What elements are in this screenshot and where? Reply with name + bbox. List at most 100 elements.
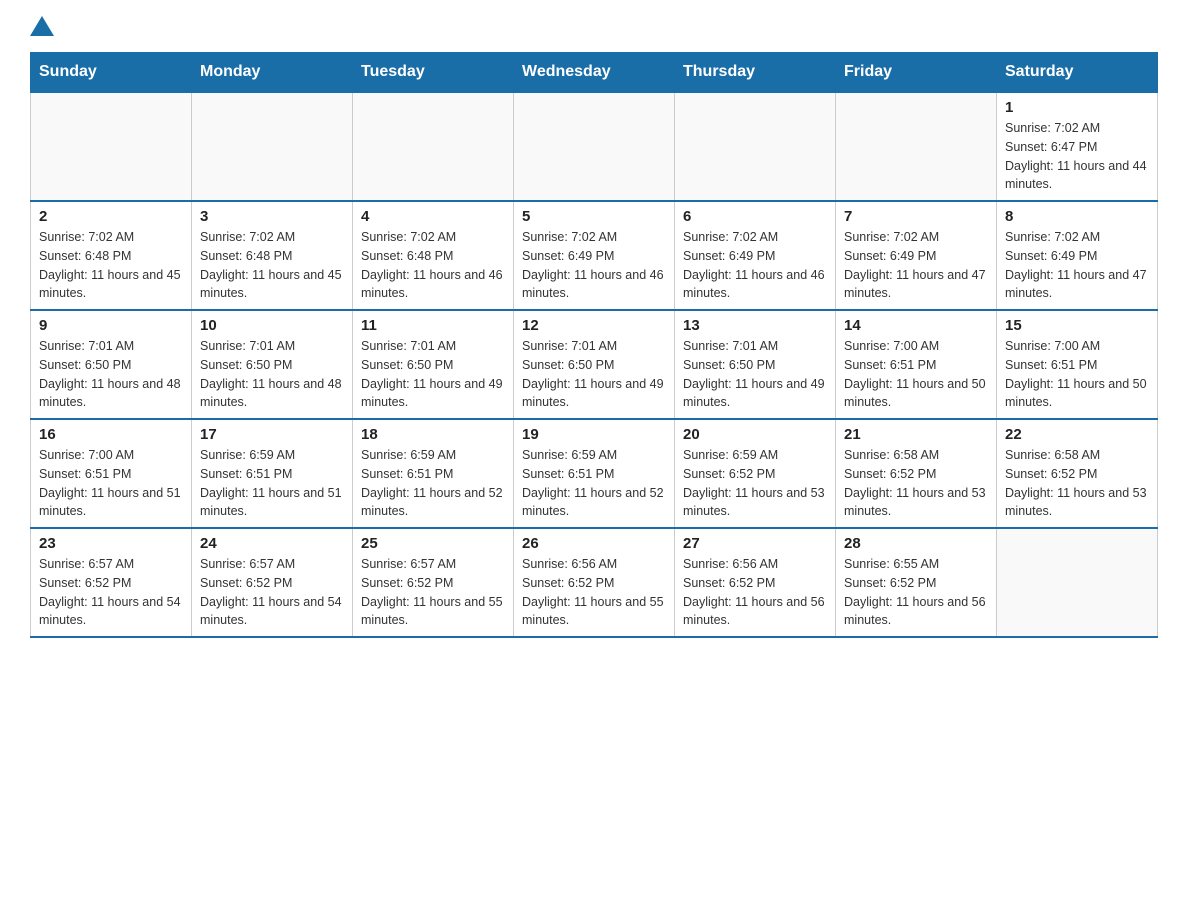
day-info: Sunrise: 7:01 AM Sunset: 6:50 PM Dayligh… xyxy=(361,337,505,412)
calendar-cell: 18 Sunrise: 6:59 AM Sunset: 6:51 PM Dayli… xyxy=(353,419,514,528)
day-info: Sunrise: 7:02 AM Sunset: 6:49 PM Dayligh… xyxy=(844,228,988,303)
calendar-cell: 25 Sunrise: 6:57 AM Sunset: 6:52 PM Dayli… xyxy=(353,528,514,637)
day-info: Sunrise: 7:00 AM Sunset: 6:51 PM Dayligh… xyxy=(39,446,183,521)
day-info: Sunrise: 6:57 AM Sunset: 6:52 PM Dayligh… xyxy=(39,555,183,630)
day-info: Sunrise: 6:58 AM Sunset: 6:52 PM Dayligh… xyxy=(844,446,988,521)
day-number: 28 xyxy=(844,535,988,552)
day-info: Sunrise: 7:00 AM Sunset: 6:51 PM Dayligh… xyxy=(1005,337,1149,412)
page-header xyxy=(30,20,1158,32)
day-number: 20 xyxy=(683,426,827,443)
day-number: 8 xyxy=(1005,208,1149,225)
day-info: Sunrise: 7:02 AM Sunset: 6:48 PM Dayligh… xyxy=(200,228,344,303)
day-number: 10 xyxy=(200,317,344,334)
calendar-cell: 23 Sunrise: 6:57 AM Sunset: 6:52 PM Dayli… xyxy=(31,528,192,637)
calendar-cell: 10 Sunrise: 7:01 AM Sunset: 6:50 PM Dayli… xyxy=(192,310,353,419)
day-number: 1 xyxy=(1005,99,1149,116)
day-number: 2 xyxy=(39,208,183,225)
calendar-cell: 8 Sunrise: 7:02 AM Sunset: 6:49 PM Daylig… xyxy=(997,201,1158,310)
day-number: 12 xyxy=(522,317,666,334)
day-number: 19 xyxy=(522,426,666,443)
calendar-cell: 12 Sunrise: 7:01 AM Sunset: 6:50 PM Dayli… xyxy=(514,310,675,419)
calendar-cell: 4 Sunrise: 7:02 AM Sunset: 6:48 PM Daylig… xyxy=(353,201,514,310)
calendar-table: SundayMondayTuesdayWednesdayThursdayFrid… xyxy=(30,52,1158,638)
calendar-cell: 22Sunrise: 6:58 AM Sunset: 6:52 PM Dayli… xyxy=(997,419,1158,528)
day-number: 27 xyxy=(683,535,827,552)
day-number: 6 xyxy=(683,208,827,225)
day-info: Sunrise: 6:59 AM Sunset: 6:51 PM Dayligh… xyxy=(522,446,666,521)
day-info: Sunrise: 7:02 AM Sunset: 6:49 PM Dayligh… xyxy=(522,228,666,303)
logo xyxy=(30,20,54,32)
calendar-week-row: 9 Sunrise: 7:01 AM Sunset: 6:50 PM Daylig… xyxy=(31,310,1158,419)
day-number: 23 xyxy=(39,535,183,552)
calendar-cell: 1 Sunrise: 7:02 AM Sunset: 6:47 PM Daylig… xyxy=(997,92,1158,201)
day-number: 4 xyxy=(361,208,505,225)
day-number: 16 xyxy=(39,426,183,443)
calendar-cell xyxy=(31,92,192,201)
calendar-cell: 7Sunrise: 7:02 AM Sunset: 6:49 PM Daylig… xyxy=(836,201,997,310)
calendar-cell xyxy=(675,92,836,201)
calendar-cell: 26 Sunrise: 6:56 AM Sunset: 6:52 PM Dayli… xyxy=(514,528,675,637)
day-info: Sunrise: 6:57 AM Sunset: 6:52 PM Dayligh… xyxy=(200,555,344,630)
calendar-week-row: 16 Sunrise: 7:00 AM Sunset: 6:51 PM Dayli… xyxy=(31,419,1158,528)
day-info: Sunrise: 7:01 AM Sunset: 6:50 PM Dayligh… xyxy=(39,337,183,412)
calendar-cell: 3 Sunrise: 7:02 AM Sunset: 6:48 PM Daylig… xyxy=(192,201,353,310)
day-number: 18 xyxy=(361,426,505,443)
day-number: 22 xyxy=(1005,426,1149,443)
day-number: 11 xyxy=(361,317,505,334)
day-info: Sunrise: 7:02 AM Sunset: 6:47 PM Dayligh… xyxy=(1005,119,1149,194)
calendar-cell: 5 Sunrise: 7:02 AM Sunset: 6:49 PM Daylig… xyxy=(514,201,675,310)
day-number: 15 xyxy=(1005,317,1149,334)
day-info: Sunrise: 7:01 AM Sunset: 6:50 PM Dayligh… xyxy=(522,337,666,412)
day-info: Sunrise: 6:57 AM Sunset: 6:52 PM Dayligh… xyxy=(361,555,505,630)
day-info: Sunrise: 6:59 AM Sunset: 6:51 PM Dayligh… xyxy=(200,446,344,521)
calendar-cell xyxy=(192,92,353,201)
day-info: Sunrise: 7:00 AM Sunset: 6:51 PM Dayligh… xyxy=(844,337,988,412)
day-number: 24 xyxy=(200,535,344,552)
day-number: 14 xyxy=(844,317,988,334)
day-of-week-header: Wednesday xyxy=(514,53,675,93)
calendar-cell: 13 Sunrise: 7:01 AM Sunset: 6:50 PM Dayli… xyxy=(675,310,836,419)
day-info: Sunrise: 6:59 AM Sunset: 6:52 PM Dayligh… xyxy=(683,446,827,521)
day-info: Sunrise: 7:01 AM Sunset: 6:50 PM Dayligh… xyxy=(200,337,344,412)
day-number: 17 xyxy=(200,426,344,443)
calendar-cell: 2 Sunrise: 7:02 AM Sunset: 6:48 PM Daylig… xyxy=(31,201,192,310)
calendar-cell: 24 Sunrise: 6:57 AM Sunset: 6:52 PM Dayli… xyxy=(192,528,353,637)
day-number: 13 xyxy=(683,317,827,334)
day-of-week-header: Monday xyxy=(192,53,353,93)
day-number: 9 xyxy=(39,317,183,334)
calendar-cell xyxy=(997,528,1158,637)
day-of-week-header: Friday xyxy=(836,53,997,93)
day-number: 5 xyxy=(522,208,666,225)
calendar-cell: 27 Sunrise: 6:56 AM Sunset: 6:52 PM Dayli… xyxy=(675,528,836,637)
day-number: 25 xyxy=(361,535,505,552)
calendar-cell xyxy=(836,92,997,201)
day-info: Sunrise: 7:02 AM Sunset: 6:48 PM Dayligh… xyxy=(361,228,505,303)
day-info: Sunrise: 6:56 AM Sunset: 6:52 PM Dayligh… xyxy=(683,555,827,630)
day-info: Sunrise: 7:02 AM Sunset: 6:48 PM Dayligh… xyxy=(39,228,183,303)
day-info: Sunrise: 6:55 AM Sunset: 6:52 PM Dayligh… xyxy=(844,555,988,630)
calendar-week-row: 23 Sunrise: 6:57 AM Sunset: 6:52 PM Dayli… xyxy=(31,528,1158,637)
calendar-header-row: SundayMondayTuesdayWednesdayThursdayFrid… xyxy=(31,53,1158,93)
calendar-cell: 16 Sunrise: 7:00 AM Sunset: 6:51 PM Dayli… xyxy=(31,419,192,528)
calendar-week-row: 1 Sunrise: 7:02 AM Sunset: 6:47 PM Daylig… xyxy=(31,92,1158,201)
day-info: Sunrise: 6:56 AM Sunset: 6:52 PM Dayligh… xyxy=(522,555,666,630)
calendar-cell: 15 Sunrise: 7:00 AM Sunset: 6:51 PM Dayli… xyxy=(997,310,1158,419)
logo-triangle-icon xyxy=(30,16,54,36)
calendar-cell: 28 Sunrise: 6:55 AM Sunset: 6:52 PM Dayli… xyxy=(836,528,997,637)
calendar-cell xyxy=(514,92,675,201)
day-number: 26 xyxy=(522,535,666,552)
day-info: Sunrise: 7:02 AM Sunset: 6:49 PM Dayligh… xyxy=(1005,228,1149,303)
calendar-cell xyxy=(353,92,514,201)
calendar-week-row: 2 Sunrise: 7:02 AM Sunset: 6:48 PM Daylig… xyxy=(31,201,1158,310)
day-of-week-header: Tuesday xyxy=(353,53,514,93)
day-number: 3 xyxy=(200,208,344,225)
day-info: Sunrise: 7:02 AM Sunset: 6:49 PM Dayligh… xyxy=(683,228,827,303)
calendar-cell: 11 Sunrise: 7:01 AM Sunset: 6:50 PM Dayli… xyxy=(353,310,514,419)
day-info: Sunrise: 7:01 AM Sunset: 6:50 PM Dayligh… xyxy=(683,337,827,412)
calendar-cell: 21Sunrise: 6:58 AM Sunset: 6:52 PM Dayli… xyxy=(836,419,997,528)
calendar-cell: 14 Sunrise: 7:00 AM Sunset: 6:51 PM Dayli… xyxy=(836,310,997,419)
calendar-cell: 9 Sunrise: 7:01 AM Sunset: 6:50 PM Daylig… xyxy=(31,310,192,419)
calendar-cell: 19 Sunrise: 6:59 AM Sunset: 6:51 PM Dayli… xyxy=(514,419,675,528)
day-of-week-header: Saturday xyxy=(997,53,1158,93)
day-info: Sunrise: 6:59 AM Sunset: 6:51 PM Dayligh… xyxy=(361,446,505,521)
